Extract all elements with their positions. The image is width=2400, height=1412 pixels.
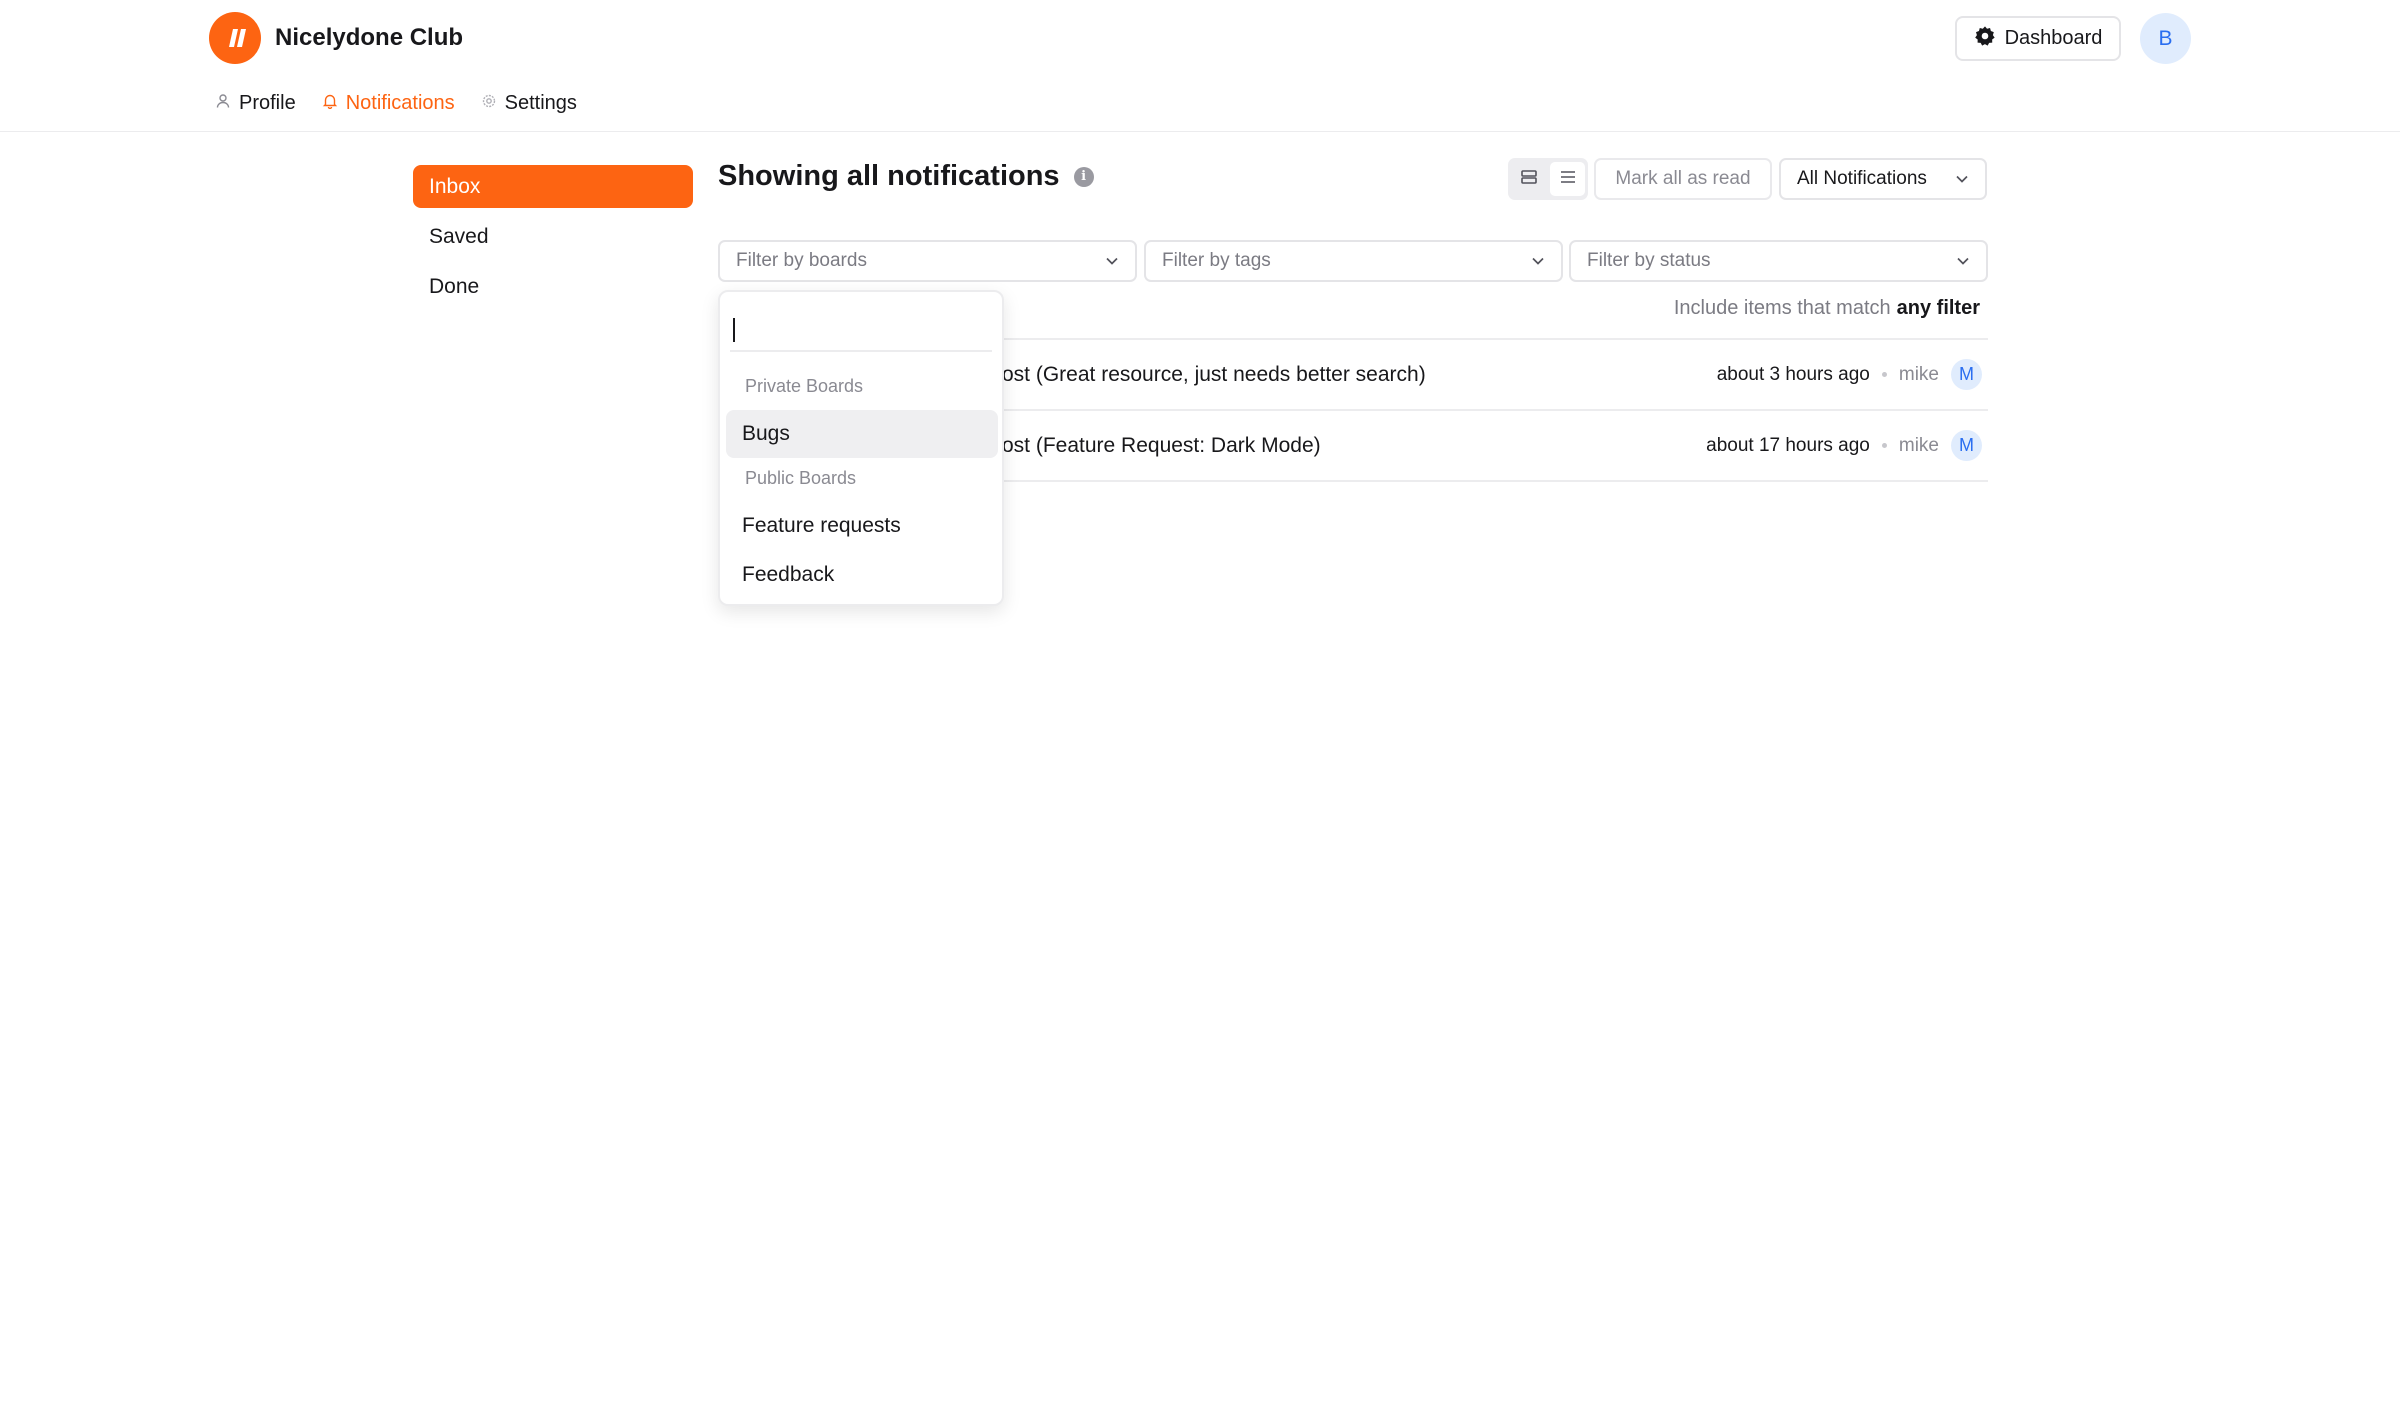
filter-match-toggle[interactable]: any filter xyxy=(1897,297,1980,319)
mark-all-read-button[interactable]: Mark all as read xyxy=(1594,158,1772,200)
notification-time: about 17 hours ago xyxy=(1706,434,1870,456)
sidebar-item-saved[interactable]: Saved xyxy=(413,215,693,258)
text-cursor xyxy=(733,318,735,342)
dropdown-group-public: Public Boards xyxy=(745,468,857,488)
chevron-down-icon xyxy=(1956,250,1970,272)
separator-dot xyxy=(1881,443,1887,448)
brand-name: Nicelydone Club xyxy=(275,24,464,51)
avatar: M xyxy=(1951,430,1982,461)
user-avatar[interactable]: B xyxy=(2140,13,2191,64)
nav-notifications-label: Notifications xyxy=(345,92,455,114)
bell-icon xyxy=(322,92,338,115)
filter-tags-placeholder: Filter by tags xyxy=(1162,250,1271,271)
page-title: Showing all notifications xyxy=(718,160,1060,192)
user-icon xyxy=(215,92,231,115)
dashboard-label: Dashboard xyxy=(2004,27,2103,49)
info-icon[interactable]: i xyxy=(1073,166,1094,187)
filter-match-label: Include items that match xyxy=(1673,297,1891,319)
card-view-button[interactable] xyxy=(1511,162,1546,196)
filter-status-select[interactable]: Filter by status xyxy=(1569,240,1988,282)
notification-meta: about 3 hours ago mike M xyxy=(1717,359,1982,390)
filter-match-mode: Include items that match any filter xyxy=(1640,297,1980,320)
nav-settings-label: Settings xyxy=(504,92,577,114)
chevron-down-icon xyxy=(1531,250,1545,272)
dashboard-button[interactable]: Dashboard xyxy=(1955,16,2121,61)
view-toggle xyxy=(1508,158,1588,200)
account-nav: Profile Notifications Settings xyxy=(215,92,577,115)
filter-boards-select[interactable]: Filter by boards xyxy=(718,240,1137,282)
boards-dropdown-menu: Private Boards Bugs Public Boards Featur… xyxy=(718,290,1004,606)
nav-notifications[interactable]: Notifications xyxy=(322,92,455,115)
sidebar-item-inbox[interactable]: Inbox xyxy=(413,165,693,208)
dropdown-item-bugs[interactable]: Bugs xyxy=(726,410,998,458)
dropdown-item-feedback[interactable]: Feedback xyxy=(726,551,998,599)
notification-type-value: All Notifications xyxy=(1797,168,1927,189)
gear-icon xyxy=(481,92,497,115)
inbox-sidebar: Inbox Saved Done xyxy=(413,165,693,315)
dropdown-item-feature-requests[interactable]: Feature requests xyxy=(726,502,998,550)
list-view-button[interactable] xyxy=(1550,162,1585,196)
notification-time: about 3 hours ago xyxy=(1716,363,1870,385)
page-title-row: Showing all notifications i xyxy=(718,160,1094,193)
brand[interactable]: Nicelydone Club xyxy=(209,12,463,64)
filter-boards-placeholder: Filter by boards xyxy=(736,250,867,271)
chevron-down-icon xyxy=(1105,250,1119,272)
avatar: M xyxy=(1951,359,1982,390)
chevron-down-icon xyxy=(1955,168,1969,190)
gear-icon xyxy=(1974,25,1996,53)
nav-settings[interactable]: Settings xyxy=(481,92,577,115)
notification-user: mike xyxy=(1898,434,1939,456)
card-view-icon xyxy=(1520,169,1538,190)
filter-status-placeholder: Filter by status xyxy=(1587,250,1711,271)
dropdown-group-private: Private Boards xyxy=(745,376,864,396)
notification-type-select[interactable]: All Notifications xyxy=(1779,158,1987,200)
notification-text: ost (Great resource, just needs better s… xyxy=(1002,362,1426,386)
notification-meta: about 17 hours ago mike M xyxy=(1706,430,1982,461)
sidebar-item-done[interactable]: Done xyxy=(413,265,693,308)
brand-logo-icon xyxy=(209,12,261,64)
filter-tags-select[interactable]: Filter by tags xyxy=(1144,240,1563,282)
notification-text: ost (Feature Request: Dark Mode) xyxy=(1002,433,1321,457)
nav-profile[interactable]: Profile xyxy=(215,92,296,115)
top-bar: Nicelydone Club Dashboard B Profile Noti… xyxy=(0,0,2400,132)
nav-profile-label: Profile xyxy=(239,92,296,114)
list-view-icon xyxy=(1559,169,1577,190)
separator-dot xyxy=(1881,372,1887,377)
boards-search-input[interactable] xyxy=(730,300,992,352)
notification-user: mike xyxy=(1898,363,1939,385)
